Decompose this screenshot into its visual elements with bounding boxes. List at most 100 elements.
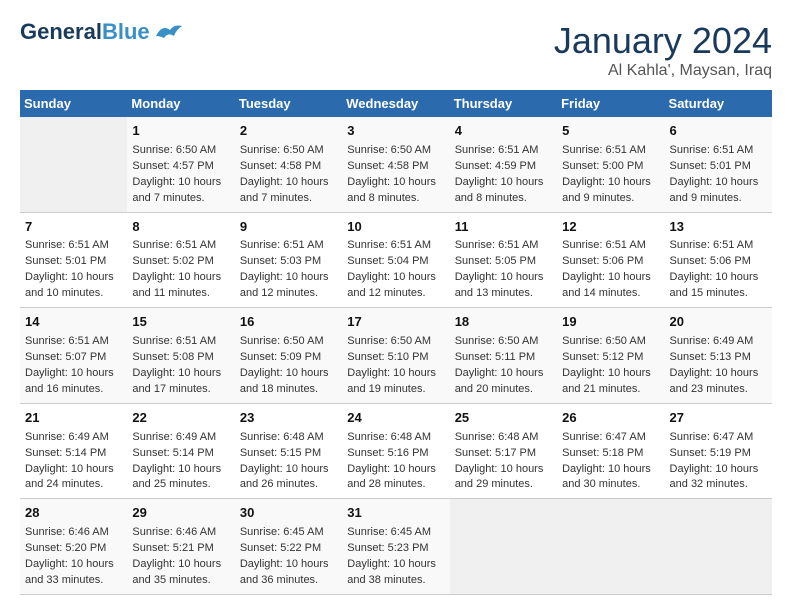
sunrise-text: Sunrise: 6:51 AM xyxy=(562,144,646,156)
day-number: 2 xyxy=(240,122,337,141)
calendar-cell xyxy=(20,117,127,212)
day-number: 7 xyxy=(25,218,122,237)
col-tuesday: Tuesday xyxy=(235,90,342,117)
sunset-text: Sunset: 5:21 PM xyxy=(132,542,213,554)
daylight-text: Daylight: 10 hours and 38 minutes. xyxy=(347,558,436,586)
sunrise-text: Sunrise: 6:49 AM xyxy=(25,431,109,443)
sunrise-text: Sunrise: 6:47 AM xyxy=(562,431,646,443)
sunset-text: Sunset: 5:07 PM xyxy=(25,351,106,363)
calendar-table: Sunday Monday Tuesday Wednesday Thursday… xyxy=(20,90,772,595)
col-saturday: Saturday xyxy=(665,90,772,117)
calendar-cell: 30Sunrise: 6:45 AMSunset: 5:22 PMDayligh… xyxy=(235,499,342,595)
calendar-cell: 3Sunrise: 6:50 AMSunset: 4:58 PMDaylight… xyxy=(342,117,449,212)
day-number: 29 xyxy=(132,504,229,523)
daylight-text: Daylight: 10 hours and 14 minutes. xyxy=(562,271,651,299)
sunset-text: Sunset: 4:58 PM xyxy=(347,160,428,172)
sunset-text: Sunset: 5:16 PM xyxy=(347,447,428,459)
calendar-cell: 24Sunrise: 6:48 AMSunset: 5:16 PMDayligh… xyxy=(342,403,449,499)
daylight-text: Daylight: 10 hours and 21 minutes. xyxy=(562,367,651,395)
calendar-cell: 27Sunrise: 6:47 AMSunset: 5:19 PMDayligh… xyxy=(665,403,772,499)
day-number: 9 xyxy=(240,218,337,237)
calendar-cell: 19Sunrise: 6:50 AMSunset: 5:12 PMDayligh… xyxy=(557,308,664,404)
calendar-cell: 22Sunrise: 6:49 AMSunset: 5:14 PMDayligh… xyxy=(127,403,234,499)
sunrise-text: Sunrise: 6:50 AM xyxy=(132,144,216,156)
sunset-text: Sunset: 5:04 PM xyxy=(347,255,428,267)
sunrise-text: Sunrise: 6:50 AM xyxy=(562,335,646,347)
calendar-week-row: 21 Sunrise: 6:49 AM Sunset: 5:14 PM Dayligh… xyxy=(20,403,772,499)
calendar-cell: 29Sunrise: 6:46 AMSunset: 5:21 PMDayligh… xyxy=(127,499,234,595)
sunset-text: Sunset: 5:02 PM xyxy=(132,255,213,267)
sunrise-text: Sunrise: 6:50 AM xyxy=(240,335,324,347)
daylight-text: Daylight: 10 hours and 35 minutes. xyxy=(132,558,221,586)
calendar-cell: 10Sunrise: 6:51 AMSunset: 5:04 PMDayligh… xyxy=(342,212,449,308)
day-number: 15 xyxy=(132,313,229,332)
calendar-cell: 9 Sunrise: 6:51 AM Sunset: 5:03 PM Daylight… xyxy=(235,212,342,308)
calendar-cell: 7Sunrise: 6:51 AMSunset: 5:01 PMDaylight… xyxy=(20,212,127,308)
calendar-cell: 25Sunrise: 6:48 AMSunset: 5:17 PMDayligh… xyxy=(450,403,557,499)
daylight-text: Daylight: 10 hours and 10 minutes. xyxy=(25,271,114,299)
sunrise-text: Sunrise: 6:48 AM xyxy=(240,431,324,443)
sunset-text: Sunset: 5:14 PM xyxy=(25,447,106,459)
sunrise-text: Sunrise: 6:50 AM xyxy=(240,144,324,156)
calendar-cell: 11Sunrise: 6:51 AMSunset: 5:05 PMDayligh… xyxy=(450,212,557,308)
sunset-text: Sunset: 5:01 PM xyxy=(670,160,751,172)
col-friday: Friday xyxy=(557,90,664,117)
day-number: 14 xyxy=(25,313,122,332)
day-number: 31 xyxy=(347,504,444,523)
daylight-text: Daylight: 10 hours and 32 minutes. xyxy=(670,463,759,491)
daylight-text: Daylight: 10 hours and 12 minutes. xyxy=(240,271,329,299)
sunrise-text: Sunrise: 6:48 AM xyxy=(347,431,431,443)
sunset-text: Sunset: 5:15 PM xyxy=(240,447,321,459)
calendar-cell: 28Sunrise: 6:46 AMSunset: 5:20 PMDayligh… xyxy=(20,499,127,595)
calendar-cell: 13Sunrise: 6:51 AMSunset: 5:06 PMDayligh… xyxy=(665,212,772,308)
sunrise-text: Sunrise: 6:50 AM xyxy=(347,335,431,347)
daylight-text: Daylight: 10 hours and 33 minutes. xyxy=(25,558,114,586)
sunrise-text: Sunrise: 6:50 AM xyxy=(455,335,539,347)
day-number: 12 xyxy=(562,218,659,237)
title-block: January 2024 Al Kahla', Maysan, Iraq xyxy=(554,20,772,80)
calendar-cell: 18Sunrise: 6:50 AMSunset: 5:11 PMDayligh… xyxy=(450,308,557,404)
day-number: 3 xyxy=(347,122,444,141)
day-number: 17 xyxy=(347,313,444,332)
daylight-text: Daylight: 10 hours and 19 minutes. xyxy=(347,367,436,395)
daylight-text: Daylight: 10 hours and 8 minutes. xyxy=(455,176,544,204)
sunset-text: Sunset: 5:19 PM xyxy=(670,447,751,459)
calendar-cell: 17Sunrise: 6:50 AMSunset: 5:10 PMDayligh… xyxy=(342,308,449,404)
daylight-text: Daylight: 10 hours and 24 minutes. xyxy=(25,463,114,491)
daylight-text: Daylight: 10 hours and 11 minutes. xyxy=(132,271,221,299)
calendar-week-row: 28Sunrise: 6:46 AMSunset: 5:20 PMDayligh… xyxy=(20,499,772,595)
sunrise-text: Sunrise: 6:51 AM xyxy=(455,239,539,251)
sunrise-text: Sunrise: 6:49 AM xyxy=(670,335,754,347)
sunrise-text: Sunrise: 6:51 AM xyxy=(670,144,754,156)
sunset-text: Sunset: 5:13 PM xyxy=(670,351,751,363)
daylight-text: Daylight: 10 hours and 7 minutes. xyxy=(240,176,329,204)
sunrise-text: Sunrise: 6:51 AM xyxy=(347,239,431,251)
sunrise-text: Sunrise: 6:51 AM xyxy=(240,239,324,251)
calendar-cell: 12Sunrise: 6:51 AMSunset: 5:06 PMDayligh… xyxy=(557,212,664,308)
day-number: 13 xyxy=(670,218,767,237)
day-number: 26 xyxy=(562,409,659,428)
sunset-text: Sunset: 5:17 PM xyxy=(455,447,536,459)
calendar-cell: 23Sunrise: 6:48 AMSunset: 5:15 PMDayligh… xyxy=(235,403,342,499)
col-thursday: Thursday xyxy=(450,90,557,117)
daylight-text: Daylight: 10 hours and 30 minutes. xyxy=(562,463,651,491)
calendar-cell: 26Sunrise: 6:47 AMSunset: 5:18 PMDayligh… xyxy=(557,403,664,499)
daylight-text: Daylight: 10 hours and 15 minutes. xyxy=(670,271,759,299)
day-number: 23 xyxy=(240,409,337,428)
sunrise-text: Sunrise: 6:51 AM xyxy=(25,335,109,347)
sunset-text: Sunset: 4:58 PM xyxy=(240,160,321,172)
day-number: 21 xyxy=(25,409,122,428)
sunset-text: Sunset: 5:03 PM xyxy=(240,255,321,267)
sunrise-text: Sunrise: 6:51 AM xyxy=(455,144,539,156)
daylight-text: Daylight: 10 hours and 16 minutes. xyxy=(25,367,114,395)
daylight-text: Daylight: 10 hours and 25 minutes. xyxy=(132,463,221,491)
day-number: 30 xyxy=(240,504,337,523)
day-number: 4 xyxy=(455,122,552,141)
sunrise-text: Sunrise: 6:45 AM xyxy=(347,526,431,538)
logo-bird-icon xyxy=(154,22,182,42)
day-number: 18 xyxy=(455,313,552,332)
calendar-cell: 6Sunrise: 6:51 AMSunset: 5:01 PMDaylight… xyxy=(665,117,772,212)
daylight-text: Daylight: 10 hours and 36 minutes. xyxy=(240,558,329,586)
calendar-week-row: 1Sunrise: 6:50 AMSunset: 4:57 PMDaylight… xyxy=(20,117,772,212)
day-number: 16 xyxy=(240,313,337,332)
